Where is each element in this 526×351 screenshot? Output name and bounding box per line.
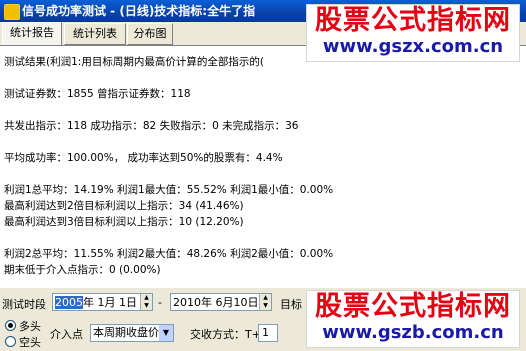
watermark-bottom-title: 股票公式指标网	[315, 291, 511, 322]
start-date-rest: 年 1月 1日	[83, 296, 137, 309]
report-line-result: 测试结果(利润1:用目标周期内最高价计算的全部指示的(	[4, 56, 264, 68]
report-line-securities: 测试证券数：1855 曾指示证券数：118	[4, 88, 191, 100]
watermark-bottom-url: www.gszb.com.cn	[322, 322, 504, 343]
start-date-spinner[interactable]: ▲ ▼	[140, 294, 152, 310]
radio-short-label: 空头	[19, 336, 41, 349]
report-line-signals: 共发出指示：118 成功指示：82 失败指示：0 未完成指示：36	[4, 120, 299, 132]
watermark-top-title: 股票公式指标网	[315, 5, 511, 36]
report-line-2x-target: 最高利润达到2倍目标利润以上指示：34 (41.46%)	[4, 200, 244, 212]
entry-point-label: 介入点	[50, 328, 83, 341]
watermark-bottom: 股票公式指标网 www.gszb.com.cn	[306, 290, 520, 348]
watermark-top: 股票公式指标网 www.gszx.com.cn	[306, 4, 520, 62]
start-year-selection: 2005	[55, 296, 83, 309]
radio-short[interactable]	[5, 336, 16, 347]
window-title: 信号成功率测试 - (日线)技术指标:全牛了指	[22, 4, 256, 18]
tab-report[interactable]: 统计报告	[2, 22, 62, 46]
end-date-field[interactable]: 2010年 6月10日 ▲ ▼	[170, 293, 272, 311]
app-icon	[4, 4, 20, 20]
end-date-value: 2010年 6月10日	[173, 296, 259, 309]
report-text-area[interactable]: 测试结果(利润1:用目标周期内最高价计算的全部指示的( 测试证券数：1855 曾…	[0, 45, 526, 289]
tab-distribution[interactable]: 分布图	[127, 23, 173, 45]
tab-list[interactable]: 统计列表	[64, 23, 126, 45]
radio-long[interactable]	[5, 320, 16, 331]
target-label: 目标	[280, 298, 302, 311]
start-date-field[interactable]: 2005年 1月 1日 ▲ ▼	[52, 293, 153, 311]
report-line-3x-target: 最高利润达到3倍目标利润以上指示：10 (12.20%)	[4, 216, 244, 228]
end-date-spinner[interactable]: ▲ ▼	[259, 294, 271, 310]
report-line-profit2: 利润2总平均：11.55% 利润2最大值：48.26% 利润2最小值：0.00%	[4, 248, 334, 260]
report-line-profit1: 利润1总平均：14.19% 利润1最大值：55.52% 利润1最小值：0.00%	[4, 184, 334, 196]
watermark-top-url: www.gszx.com.cn	[322, 36, 504, 57]
radio-long-label: 多头	[19, 320, 41, 333]
report-line-below-entry: 期末低于介入点指示：0 (0.00%)	[4, 264, 161, 276]
report-line-success-rate: 平均成功率：100.00%， 成功率达到50%的股票有：4.4%	[4, 152, 283, 164]
entry-point-value: 本周期收盘价	[93, 326, 159, 339]
entry-point-select[interactable]: 本周期收盘价 ▼	[90, 324, 174, 342]
chevron-down-icon[interactable]: ▼	[159, 325, 173, 341]
trade-mode-input[interactable]: 1	[258, 324, 278, 342]
date-dash: -	[158, 296, 162, 309]
period-label: 测试时段	[2, 298, 46, 311]
trade-mode-label: 交收方式：T+	[190, 328, 261, 341]
